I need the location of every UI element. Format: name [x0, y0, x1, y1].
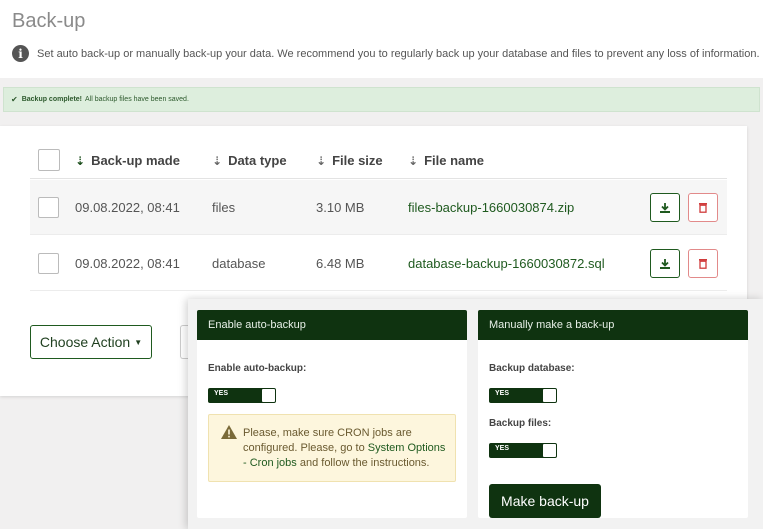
- sort-icon: ⇣: [408, 153, 419, 168]
- row-date: 09.08.2022, 08:41: [75, 200, 180, 215]
- info-row: i Set auto back-up or manually back-up y…: [12, 45, 760, 62]
- table-header: ⇣ Back-up made ⇣ Data type ⇣ File size ⇣…: [30, 144, 727, 179]
- download-icon: [660, 202, 670, 213]
- auto-backup-toggle[interactable]: YES: [208, 388, 276, 403]
- auto-backup-card: Enable auto-backup Enable auto-backup: Y…: [197, 310, 467, 518]
- table-row: 09.08.2022, 08:41 database 6.48 MB datab…: [30, 236, 727, 291]
- check-icon: ✔: [11, 95, 18, 104]
- warning-text-end: and follow the instructions.: [296, 457, 430, 469]
- cron-warning: Please, make sure CRON jobs are configur…: [208, 414, 456, 482]
- choose-action-dropdown[interactable]: Choose Action ▼: [30, 325, 152, 359]
- manual-backup-header: Manually make a back-up: [478, 310, 748, 340]
- make-backup-button[interactable]: Make back-up: [489, 484, 601, 518]
- row-file-link[interactable]: files-backup-1660030874.zip: [408, 200, 574, 215]
- backup-settings-popup: Enable auto-backup Enable auto-backup: Y…: [188, 299, 763, 529]
- column-backup-made[interactable]: ⇣ Back-up made: [75, 153, 180, 168]
- row-type: database: [212, 256, 266, 271]
- backup-database-toggle[interactable]: YES: [489, 388, 557, 403]
- alert-title: Backup complete!: [21, 96, 82, 103]
- row-size: 6.48 MB: [316, 256, 365, 271]
- download-button[interactable]: [650, 193, 680, 222]
- column-data-type[interactable]: ⇣ Data type: [212, 153, 287, 168]
- row-file-link[interactable]: database-backup-1660030872.sql: [408, 256, 605, 271]
- download-icon: [660, 258, 670, 269]
- sort-desc-icon: ⇣: [75, 153, 86, 168]
- backup-files-label: Backup files:: [489, 418, 552, 429]
- warning-icon: [221, 425, 237, 439]
- row-date: 09.08.2022, 08:41: [75, 256, 180, 271]
- select-all-checkbox[interactable]: [38, 149, 60, 171]
- page-header: Back-up i Set auto back-up or manually b…: [0, 0, 763, 78]
- column-file-size[interactable]: ⇣ File size: [316, 153, 383, 168]
- trash-icon: [699, 259, 707, 269]
- info-text: Set auto back-up or manually back-up you…: [37, 47, 760, 60]
- column-file-name[interactable]: ⇣ File name: [408, 153, 484, 168]
- manual-backup-card: Manually make a back-up Backup database:…: [478, 310, 748, 518]
- sort-icon: ⇣: [212, 153, 223, 168]
- success-alert: ✔ Backup complete! All backup files have…: [3, 87, 760, 112]
- delete-button[interactable]: [688, 249, 718, 278]
- download-button[interactable]: [650, 249, 680, 278]
- auto-backup-header: Enable auto-backup: [197, 310, 467, 340]
- auto-backup-label: Enable auto-backup:: [208, 363, 307, 374]
- page-title: Back-up: [12, 10, 86, 32]
- info-icon: i: [12, 45, 29, 62]
- sort-icon: ⇣: [316, 153, 327, 168]
- backup-files-toggle[interactable]: YES: [489, 443, 557, 458]
- backup-database-label: Backup database:: [489, 363, 575, 374]
- table-row: 09.08.2022, 08:41 files 3.10 MB files-ba…: [30, 180, 727, 235]
- caret-down-icon: ▼: [134, 337, 143, 347]
- row-checkbox[interactable]: [38, 197, 59, 218]
- alert-text: All backup files have been saved.: [85, 96, 189, 103]
- row-type: files: [212, 200, 236, 215]
- trash-icon: [699, 203, 707, 213]
- row-checkbox[interactable]: [38, 253, 59, 274]
- row-size: 3.10 MB: [316, 200, 365, 215]
- delete-button[interactable]: [688, 193, 718, 222]
